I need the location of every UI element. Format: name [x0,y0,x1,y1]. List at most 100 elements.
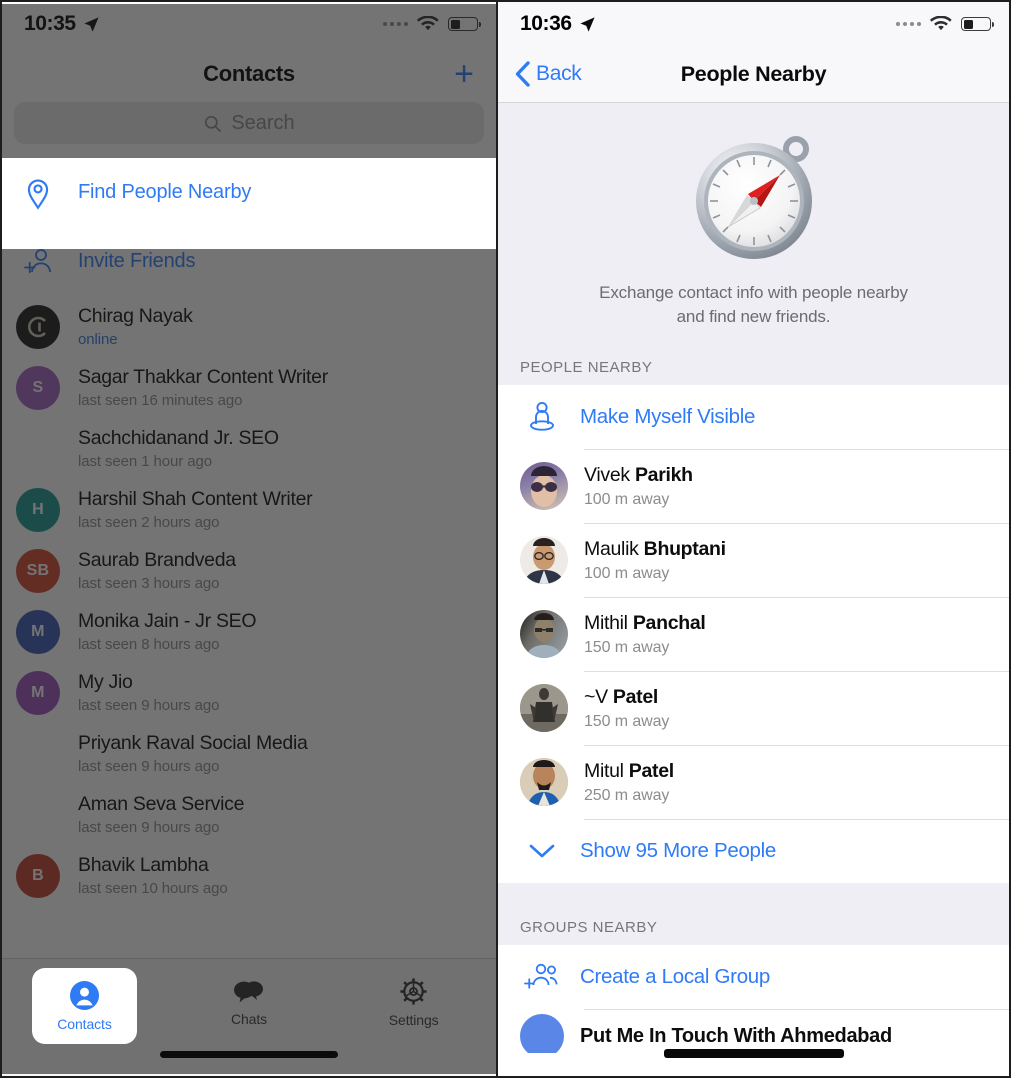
people-nearby-list: Make Myself Visible Vivek Parikh 100 m a… [498,385,1009,884]
group-add-icon [520,962,564,992]
person-row[interactable]: Vivek Parikh 100 m away [498,449,1009,523]
contact-row[interactable]: M My Jio last seen 9 hours ago [2,662,496,723]
contact-row[interactable]: H Harshil Shah Content Writer last seen … [2,479,496,540]
contact-status: last seen 16 minutes ago [78,392,243,409]
hero-description-line1: Exchange contact info with people nearby [599,283,908,302]
status-time-group: 10:36 [520,12,596,36]
hero-section: Exchange contact info with people nearby… [498,103,1009,330]
contact-info: Harshil Shah Content Writer last seen 2 … [78,488,313,531]
avatar [16,732,60,776]
person-name: Mitul Patel [584,759,674,782]
person-distance: 150 m away [584,712,670,730]
person-distance: 250 m away [584,786,670,804]
person-info: Mitul Patel 250 m away [584,760,674,805]
avatar [520,610,568,659]
contact-info: Sachchidanand Jr. SEO last seen 1 hour a… [78,427,279,470]
person-row[interactable]: ~V Patel 150 m away [498,671,1009,745]
contact-status: online [78,331,118,348]
contact-info: Bhavik Lambha last seen 10 hours ago [78,854,228,897]
avatar [520,536,568,585]
people-nearby-header: PEOPLE NEARBY [498,329,1009,386]
tab-chats[interactable]: Chats [167,978,332,1027]
plus-icon[interactable]: + [454,57,474,91]
contact-info: My Jio last seen 9 hours ago [78,671,219,714]
contacts-list: Chirag Nayak online S Sagar Thakkar Cont… [2,296,496,906]
status-time-group: 10:35 [24,12,100,36]
status-time: 10:36 [520,12,572,35]
person-row[interactable]: Mitul Patel 250 m away [498,745,1009,819]
person-info: Maulik Bhuptani 100 m away [584,538,726,583]
find-people-nearby-label: Find People Nearby [78,181,252,203]
person-name: Maulik Bhuptani [584,537,726,560]
groups-nearby-list: Create a Local Group Put Me In Touch Wit… [498,945,1009,1054]
contact-name: Sachchidanand Jr. SEO [78,427,279,449]
invite-friends-row[interactable]: Invite Friends [2,227,496,296]
contact-row[interactable]: M Monika Jain - Jr SEO last seen 8 hours… [2,601,496,662]
person-info: Vivek Parikh 100 m away [584,464,693,509]
make-myself-visible-row[interactable]: Make Myself Visible [498,385,1009,449]
person-name: ~V Patel [584,685,659,708]
search-input[interactable]: Search [14,102,484,144]
contact-status: last seen 1 hour ago [78,453,212,470]
contact-row[interactable]: S Sagar Thakkar Content Writer last seen… [2,357,496,418]
avatar [16,427,60,471]
contact-row[interactable]: B Bhavik Lambha last seen 10 hours ago [2,845,496,906]
contact-name: My Jio [78,671,133,693]
contact-status: last seen 9 hours ago [78,758,220,775]
location-pin-icon [16,176,60,210]
search-bar-container: Search [2,102,496,158]
groups-nearby-header: GROUPS NEARBY [498,919,1009,946]
avatar-initials: M [31,683,45,701]
compass-icon [498,131,1009,263]
tab-contacts-highlight[interactable]: Contacts [32,968,137,1044]
avatar-initials: M [31,622,45,640]
contacts-person-icon [69,980,100,1011]
contact-info: Chirag Nayak online [78,305,193,348]
person-row[interactable]: Mithil Panchal 150 m away [498,597,1009,671]
contact-status: last seen 9 hours ago [78,697,220,714]
person-info: Mithil Panchal 150 m away [584,612,706,657]
contact-name: Chirag Nayak [78,305,193,327]
person-add-icon [16,247,60,277]
show-more-people-row[interactable]: Show 95 More People [498,819,1009,883]
contact-name: Bhavik Lambha [78,854,209,876]
contact-status: last seen 3 hours ago [78,575,220,592]
home-indicator [663,1049,844,1058]
group-row[interactable]: Put Me In Touch With Ahmedabad [498,1009,1009,1054]
create-local-group-row[interactable]: Create a Local Group [498,945,1009,1009]
dual-screenshot-stage: 10:35 Contacts + Search Find People Near… [0,0,1011,1078]
contact-row[interactable]: Priyank Raval Social Media last seen 9 h… [2,723,496,784]
person-visible-icon [520,400,564,434]
contact-row[interactable]: SB Saurab Brandveda last seen 3 hours ag… [2,540,496,601]
cellular-dots-icon [896,22,921,26]
contact-status: last seen 10 hours ago [78,880,228,897]
find-people-nearby-row[interactable]: Find People Nearby [2,158,496,227]
right-phone-screen: 10:36 Back People Nearby Exchange contac… [497,0,1011,1078]
contact-info: Aman Seva Service last seen 9 hours ago [78,793,244,836]
make-myself-visible-label: Make Myself Visible [580,405,756,429]
left-phone-screen: 10:35 Contacts + Search Find People Near… [0,0,497,1078]
person-row[interactable]: Maulik Bhuptani 100 m away [498,523,1009,597]
gear-icon [398,976,429,1007]
contact-row[interactable]: Sachchidanand Jr. SEO last seen 1 hour a… [2,418,496,479]
contact-info: Sagar Thakkar Content Writer last seen 1… [78,366,328,409]
left-status-bar: 10:35 [2,2,496,46]
chevron-down-icon [520,841,564,861]
contact-status: last seen 9 hours ago [78,819,220,836]
avatar [520,758,568,807]
contact-name: Aman Seva Service [78,793,245,815]
contact-status: last seen 2 hours ago [78,514,220,531]
tab-settings[interactable]: Settings [331,976,496,1028]
right-status-bar: 10:36 [498,2,1009,46]
battery-icon [448,17,481,31]
back-button[interactable]: Back [498,60,582,88]
create-local-group-label: Create a Local Group [580,965,771,989]
chevron-left-icon [514,60,531,88]
invite-friends-label: Invite Friends [78,250,196,272]
search-icon [203,114,222,133]
contact-name: Harshil Shah Content Writer [78,488,313,510]
avatar [16,304,60,349]
avatar: B [16,853,60,898]
contact-row[interactable]: Chirag Nayak online [2,296,496,357]
contact-row[interactable]: Aman Seva Service last seen 9 hours ago [2,784,496,845]
